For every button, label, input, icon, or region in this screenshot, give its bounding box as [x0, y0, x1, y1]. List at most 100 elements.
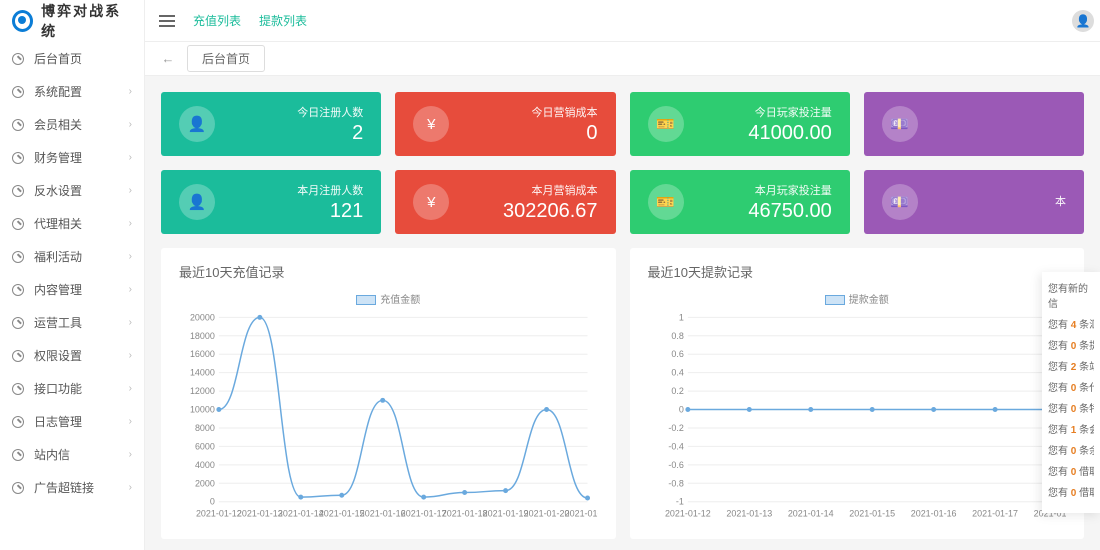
menu-item-label: 系统配置 [34, 83, 82, 100]
stat-icon: 👤 [179, 184, 215, 220]
sidebar-item-agent[interactable]: 代理相关› [0, 207, 144, 240]
notification-item[interactable]: 您有 0 条提 [1048, 337, 1094, 352]
sidebar-item-home[interactable]: 后台首页 [0, 42, 144, 75]
svg-text:2021-01-21: 2021-01-21 [565, 509, 598, 519]
sidebar-item-finance[interactable]: 财务管理› [0, 141, 144, 174]
stat-label: 本月营销成本 [449, 182, 597, 198]
menu-item-icon [12, 284, 24, 296]
svg-text:2021-01-19: 2021-01-19 [483, 509, 529, 519]
svg-text:2021-01-12: 2021-01-12 [196, 509, 242, 519]
sidebar-item-system[interactable]: 系统配置› [0, 75, 144, 108]
svg-text:4000: 4000 [195, 460, 215, 470]
stat-icon: 💷 [882, 106, 918, 142]
sidebar-item-content[interactable]: 内容管理 › [0, 273, 144, 306]
sidebar-item-member[interactable]: 会员相关 › [0, 108, 144, 141]
notification-popup: 您有新的信 您有 4 条汇您有 0 条提您有 2 条站您有 0 条代您有 0 条… [1042, 272, 1100, 513]
menu-item-label: 后台首页 [34, 50, 82, 67]
topbar-link-recharge[interactable]: 充值列表 [193, 12, 241, 29]
chart-recharge: 0200040006000800010000120001400016000180… [179, 312, 598, 522]
menu-item-label: 会员相关 [34, 116, 82, 133]
menu-item-icon [12, 152, 24, 164]
notification-item[interactable]: 您有 2 条站 [1048, 358, 1094, 373]
svg-text:8000: 8000 [195, 423, 215, 433]
svg-text:2021-01-15: 2021-01-15 [849, 509, 895, 519]
chevron-right-icon: › [129, 383, 132, 394]
notification-item[interactable]: 您有 0 借取 [1048, 463, 1094, 478]
svg-text:2021-01-16: 2021-01-16 [910, 509, 956, 519]
stat-icon: 👤 [179, 106, 215, 142]
svg-text:2000: 2000 [195, 478, 215, 488]
menu-item-icon [12, 185, 24, 197]
menu-item-icon [12, 119, 24, 131]
notification-item[interactable]: 您有 0 条特 [1048, 400, 1094, 415]
tab-prev-icon[interactable]: ← [159, 50, 177, 68]
sidebar-item-rebate[interactable]: 反水设置› [0, 174, 144, 207]
menu-item-label: 财务管理 [34, 149, 82, 166]
stat-card: 👤今日注册人数2 [161, 92, 381, 156]
chart-withdraw: -1-0.8-0.6-0.4-0.200.20.40.60.812021-01-… [648, 312, 1067, 522]
tabbar: ← 后台首页 [145, 42, 1100, 76]
sidebar: 博弈对战系统 后台首页系统配置›会员相关›财务管理›反水设置›代理相关›福利活动… [0, 0, 145, 550]
stat-icon: 💷 [882, 184, 918, 220]
svg-text:2021-01-17: 2021-01-17 [972, 509, 1018, 519]
menu-item-label: 广告超链接 [34, 479, 94, 496]
notification-item[interactable]: 您有 0 借取 [1048, 484, 1094, 499]
stat-icon: ¥ [413, 106, 449, 142]
sidebar-item-api[interactable]: 接口功能› [0, 372, 144, 405]
svg-text:2021-01-14: 2021-01-14 [278, 509, 324, 519]
sidebar-item-perm[interactable]: 权限设置› [0, 339, 144, 372]
stat-card: ¥今日营销成本0 [395, 92, 615, 156]
topbar-link-withdraw[interactable]: 提款列表 [259, 12, 307, 29]
stat-value: 2 [215, 122, 363, 145]
menu-item-icon [12, 350, 24, 362]
stat-label: 今日玩家投注量 [684, 104, 832, 120]
menu-item-icon [12, 251, 24, 263]
svg-text:-0.4: -0.4 [668, 441, 683, 451]
svg-text:2021-01-17: 2021-01-17 [401, 509, 447, 519]
svg-text:20000: 20000 [190, 312, 215, 322]
stat-label: 本月注册人数 [215, 182, 363, 198]
menu-item-icon [12, 482, 24, 494]
notification-item[interactable]: 您有 0 条代 [1048, 379, 1094, 394]
svg-text:16000: 16000 [190, 349, 215, 359]
notification-item[interactable]: 您有 0 条余 [1048, 442, 1094, 457]
stat-value: 302206.67 [449, 200, 597, 223]
notification-item[interactable]: 您有 1 条会 [1048, 421, 1094, 436]
sidebar-item-ad[interactable]: 广告超链接› [0, 471, 144, 504]
menu-item-icon [12, 416, 24, 428]
sidebar-item-welfare[interactable]: 福利活动 › [0, 240, 144, 273]
avatar[interactable]: 👤 [1072, 10, 1094, 32]
tab-home[interactable]: 后台首页 [187, 45, 265, 72]
stat-card: 👤本月注册人数 121 [161, 170, 381, 234]
chart-title: 最近10天提款记录 [648, 262, 1067, 281]
sidebar-item-ops[interactable]: 运营工具› [0, 306, 144, 339]
chevron-right-icon: › [129, 251, 132, 262]
svg-text:2021-01-12: 2021-01-12 [664, 509, 710, 519]
svg-text:0.6: 0.6 [671, 349, 683, 359]
sidebar-item-mail[interactable]: 站内信› [0, 438, 144, 471]
notification-item[interactable]: 您有 4 条汇 [1048, 316, 1094, 331]
chevron-right-icon: › [129, 119, 132, 130]
stat-value: 121 [215, 200, 363, 223]
svg-text:2021-01-13: 2021-01-13 [726, 509, 772, 519]
svg-text:1: 1 [678, 312, 683, 322]
menu-item-icon [12, 53, 24, 65]
svg-text:12000: 12000 [190, 386, 215, 396]
chevron-right-icon: › [129, 317, 132, 328]
brand-logo: 博弈对战系统 [0, 0, 144, 42]
svg-text:2021-01-20: 2021-01-20 [524, 509, 570, 519]
menu-item-label: 福利活动 [34, 248, 82, 265]
menu-item-label: 权限设置 [34, 347, 82, 364]
menu-item-icon [12, 383, 24, 395]
svg-text:0: 0 [210, 497, 215, 507]
chevron-right-icon: › [129, 218, 132, 229]
stat-row-today: 👤今日注册人数2¥今日营销成本0🎫今日玩家投注量41000.00💷 [161, 92, 1084, 156]
sidebar-item-log[interactable]: 日志管理› [0, 405, 144, 438]
svg-text:0.8: 0.8 [671, 331, 683, 341]
menu-item-label: 内容管理 [34, 281, 82, 298]
hamburger-icon[interactable] [159, 15, 175, 27]
chevron-right-icon: › [129, 284, 132, 295]
menu-item-label: 日志管理 [34, 413, 82, 430]
svg-text:0: 0 [678, 405, 683, 415]
svg-text:0.4: 0.4 [671, 368, 683, 378]
